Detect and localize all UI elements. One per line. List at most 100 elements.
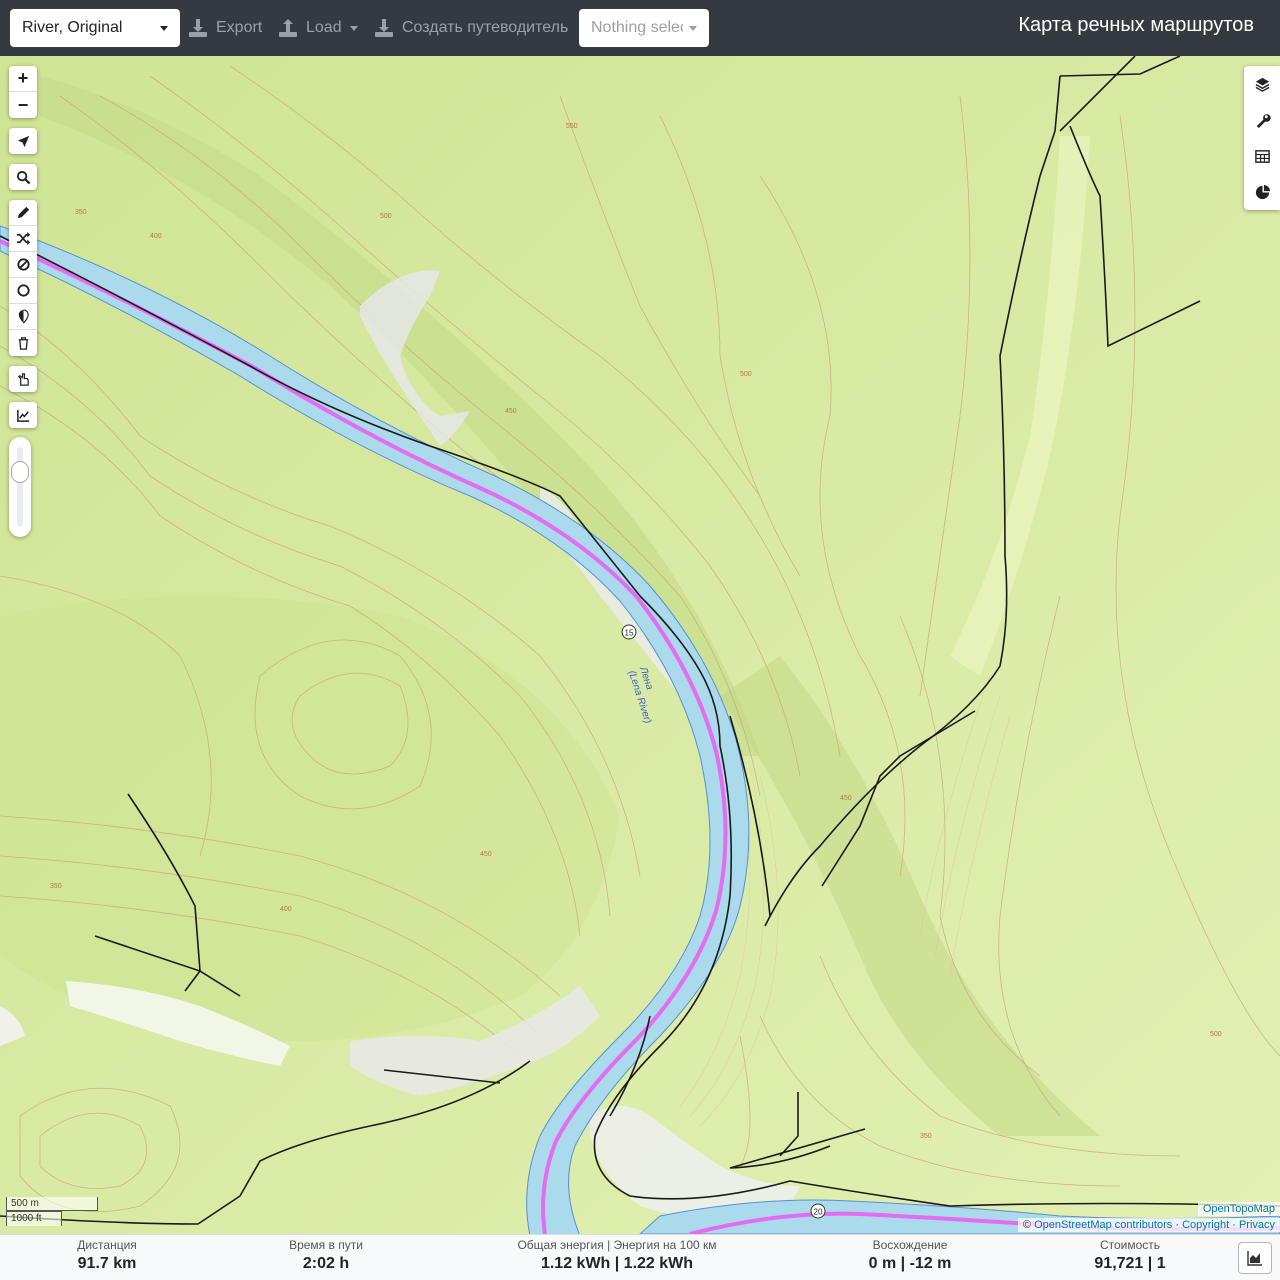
- slider-track: [17, 447, 23, 527]
- contour-label: 350: [50, 883, 62, 890]
- stat-time: Время в пути 2:02 h: [256, 1235, 396, 1273]
- hand-pointer-icon: [17, 372, 29, 386]
- elevation-profile-button[interactable]: [1238, 1242, 1272, 1274]
- contour-label: 500: [740, 371, 752, 378]
- delete-route-button[interactable]: [9, 330, 37, 356]
- no-go-area-button[interactable]: [9, 252, 37, 278]
- caret-down-icon: [160, 25, 168, 31]
- zoom-out-button[interactable]: −: [9, 92, 37, 118]
- elevation-control: [9, 402, 37, 428]
- app-title: Карта речных маршрутов: [1018, 14, 1254, 36]
- area-chart-icon: [1247, 1251, 1262, 1266]
- poi-button[interactable]: [9, 304, 37, 330]
- map-marker-half-icon: [18, 309, 29, 324]
- caret-down-icon: [689, 25, 697, 31]
- line-chart-icon: [16, 409, 29, 422]
- opentopomap-link[interactable]: OpenTopoMap: [1203, 1203, 1275, 1215]
- route-select[interactable]: Nothing selected: [579, 9, 709, 47]
- copyright-link[interactable]: Copyright: [1182, 1219, 1229, 1231]
- map-attribution: © OpenStreetMap contributors · Copyright…: [1017, 1218, 1280, 1232]
- pencil-icon: [17, 206, 29, 219]
- scale-imperial: 1000 ft: [6, 1211, 62, 1226]
- time-label: Время в пути: [289, 1238, 363, 1252]
- route-stats-bar: Дистанция 91.7 km Время в пути 2:02 h Об…: [0, 1234, 1280, 1280]
- energy-label: Общая энергия | Энергия на 100 км: [517, 1238, 717, 1252]
- contour-label: 450: [505, 408, 517, 415]
- tile-attribution: OpenTopoMap: [1197, 1202, 1280, 1216]
- km-marker: 15: [621, 624, 637, 640]
- trash-icon: [18, 336, 28, 350]
- topo-map-layer: Лена (Lena River) 15 20 550 500 450 400 …: [0, 56, 1280, 1234]
- zoom-control: + −: [9, 66, 37, 118]
- locate-button[interactable]: [9, 128, 37, 154]
- draw-route-button[interactable]: [9, 200, 37, 226]
- scale-metric: 500 m: [6, 1197, 98, 1211]
- draw-toolbar: [9, 200, 37, 356]
- km-marker: 20: [810, 1203, 826, 1219]
- ascent-label: Восхождение: [872, 1238, 948, 1252]
- privacy-link[interactable]: Privacy: [1239, 1219, 1275, 1231]
- create-guide-button[interactable]: Создать путеводитель: [374, 9, 568, 47]
- search-control: [9, 164, 37, 190]
- cost-label: Стоимость: [1099, 1238, 1161, 1252]
- hand-pointer-button[interactable]: [9, 366, 37, 392]
- time-value: 2:02 h: [302, 1255, 350, 1272]
- top-navbar: River, Original Export Load Создать путе…: [0, 0, 1280, 56]
- locate-control: [9, 128, 37, 154]
- location-arrow-icon: [17, 135, 29, 147]
- pie-chart-icon: [1255, 184, 1270, 199]
- wrench-icon: [1256, 113, 1271, 128]
- export-button[interactable]: Export: [188, 9, 262, 47]
- profile-select-value: River, Original: [22, 19, 123, 36]
- stat-distance: Дистанция 91.7 km: [40, 1235, 174, 1273]
- map-canvas[interactable]: Лена (Lena River) 15 20 550 500 450 400 …: [0, 56, 1280, 1234]
- map-scale: 500 m 1000 ft: [6, 1197, 98, 1226]
- ascent-value: 0 m | -12 m: [868, 1255, 952, 1272]
- load-button[interactable]: Load: [278, 9, 358, 47]
- separator: ·: [1175, 1219, 1179, 1231]
- ban-icon: [16, 258, 30, 271]
- caret-down-icon: [349, 25, 358, 31]
- download-icon: [375, 19, 393, 37]
- circle-area-button[interactable]: [9, 278, 37, 304]
- zoom-in-button[interactable]: +: [9, 66, 37, 92]
- contour-label: 450: [480, 851, 492, 858]
- settings-button[interactable]: [1244, 102, 1280, 138]
- copyright-symbol: ©: [1022, 1219, 1032, 1231]
- contour-label: 500: [380, 213, 392, 220]
- contour-label: 550: [566, 123, 578, 130]
- statistics-button[interactable]: [1244, 174, 1280, 210]
- table-icon: [1254, 149, 1270, 163]
- energy-value: 1.12 kWh | 1.22 kWh: [540, 1255, 694, 1272]
- search-button[interactable]: [9, 164, 37, 190]
- reverse-route-button[interactable]: [9, 226, 37, 252]
- layers-button[interactable]: [1244, 66, 1280, 102]
- separator: ·: [1232, 1219, 1236, 1231]
- export-label: Export: [216, 19, 263, 36]
- load-label: Load: [306, 19, 342, 36]
- table-button[interactable]: [1244, 138, 1280, 174]
- distance-value: 91.7 km: [77, 1255, 137, 1272]
- contour-label: 350: [920, 1133, 932, 1140]
- create-guide-label: Создать путеводитель: [402, 19, 569, 36]
- circle-icon: [16, 284, 30, 297]
- route-select-value: Nothing selected: [591, 19, 683, 36]
- opacity-slider[interactable]: [9, 437, 31, 537]
- km-marker-label: 15: [625, 629, 634, 638]
- stat-cost: Стоимость 91,721 | 1: [1060, 1235, 1200, 1273]
- elevation-chart-button[interactable]: [9, 402, 37, 428]
- upload-icon: [279, 19, 297, 37]
- right-control-panel: [1244, 66, 1280, 210]
- cost-value: 91,721 | 1: [1094, 1255, 1166, 1272]
- osm-contributors-link[interactable]: OpenStreetMap contributors: [1034, 1219, 1172, 1231]
- search-icon: [16, 170, 30, 184]
- shuffle-icon: [16, 231, 30, 246]
- slider-handle[interactable]: [11, 461, 29, 483]
- stat-ascent: Восхождение 0 m | -12 m: [840, 1235, 980, 1273]
- profile-select[interactable]: River, Original: [10, 9, 180, 47]
- download-icon: [189, 19, 207, 37]
- contour-label: 450: [840, 795, 852, 802]
- layers-icon: [1255, 77, 1269, 92]
- contour-label: 350: [75, 209, 87, 216]
- contour-label: 400: [280, 906, 292, 913]
